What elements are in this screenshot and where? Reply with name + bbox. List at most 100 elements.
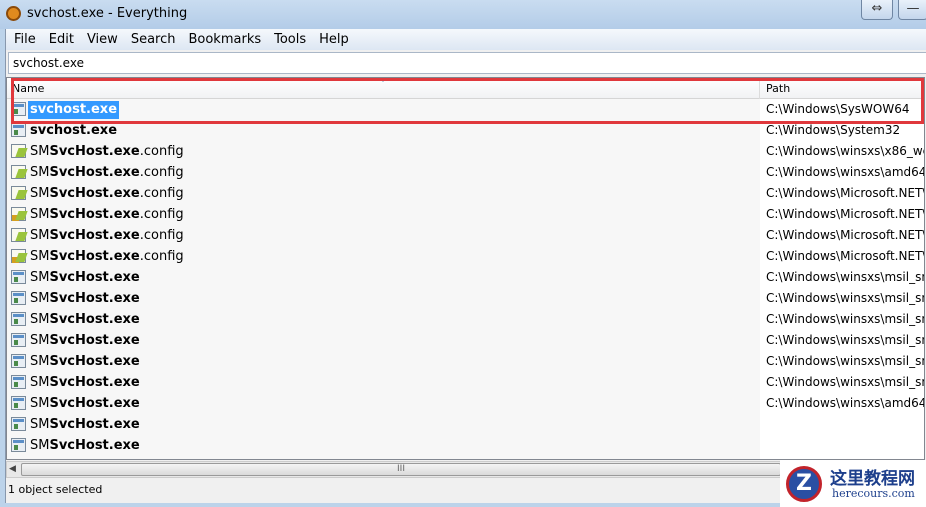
- results-list[interactable]: Name Path svchost.exe C:\Windows\SysWOW6…: [6, 77, 925, 460]
- main-window: File Edit View Search Bookmarks Tools He…: [5, 29, 926, 503]
- table-row[interactable]: SMSvcHost.exe.config C:\Windows\winsxs\x…: [7, 141, 924, 162]
- name-match: SvcHost.exe: [49, 165, 140, 180]
- file-path: C:\Windows\winsxs\msil_sm: [766, 375, 925, 389]
- file-path: C:\Windows\Microsoft.NET\: [766, 228, 925, 242]
- file-path: C:\Windows\winsxs\msil_sm: [766, 333, 925, 347]
- table-row[interactable]: SMSvcHost.exe C:\Windows\winsxs\msil_sm: [7, 288, 924, 309]
- scroll-left-arrow-icon[interactable]: ◀: [9, 464, 16, 474]
- config-file-icon: [11, 186, 26, 200]
- exe-file-icon: [11, 375, 26, 389]
- exe-file-icon: [11, 438, 26, 452]
- table-row[interactable]: SMSvcHost.exe C:\Windows\winsxs\msil_sm: [7, 309, 924, 330]
- name-match: SvcHost.exe: [49, 375, 140, 390]
- name-prefix: SM: [30, 249, 50, 264]
- file-name: SMSvcHost.exe.config: [28, 248, 186, 266]
- name-match: SvcHost.exe: [49, 354, 140, 369]
- table-row[interactable]: SMSvcHost.exe.config C:\Windows\Microsof…: [7, 204, 924, 225]
- list-header: Name Path: [7, 78, 924, 99]
- table-row[interactable]: SMSvcHost.exe: [7, 435, 924, 456]
- config-file-icon: [11, 228, 26, 242]
- file-path: C:\Windows\Microsoft.NET\: [766, 249, 925, 263]
- file-name: SMSvcHost.exe.config: [28, 206, 186, 224]
- table-row[interactable]: SMSvcHost.exe.config C:\Windows\Microsof…: [7, 183, 924, 204]
- file-name: svchost.exe: [28, 122, 119, 140]
- file-name: SMSvcHost.exe: [28, 332, 142, 350]
- file-name: SMSvcHost.exe: [28, 416, 142, 434]
- name-match: SvcHost.exe: [49, 438, 140, 453]
- table-row[interactable]: SMSvcHost.exe.config C:\Windows\winsxs\a…: [7, 162, 924, 183]
- file-path: C:\Windows\winsxs\msil_sm: [766, 270, 925, 284]
- name-prefix: SM: [30, 144, 50, 159]
- file-name: SMSvcHost.exe: [28, 395, 142, 413]
- file-path: C:\Windows\winsxs\msil_sm: [766, 312, 925, 326]
- table-row[interactable]: SMSvcHost.exe C:\Windows\winsxs\msil_sm: [7, 330, 924, 351]
- table-row[interactable]: SMSvcHost.exe C:\Windows\winsxs\msil_sm: [7, 372, 924, 393]
- menu-bookmarks[interactable]: Bookmarks: [182, 29, 268, 50]
- file-name: SMSvcHost.exe.config: [28, 185, 186, 203]
- file-path: C:\Windows\Microsoft.NET\: [766, 186, 925, 200]
- name-match: SvcHost.exe: [49, 270, 140, 285]
- name-suffix: .config: [139, 207, 184, 222]
- file-path: C:\Windows\winsxs\amd64_: [766, 165, 925, 179]
- column-header-path[interactable]: Path: [766, 82, 790, 95]
- table-row[interactable]: svchost.exe C:\Windows\System32: [7, 120, 924, 141]
- minimize-button[interactable]: —: [898, 0, 926, 20]
- column-divider[interactable]: [759, 78, 760, 99]
- file-path: C:\Windows\winsxs\msil_sm: [766, 354, 925, 368]
- menu-tools[interactable]: Tools: [268, 29, 313, 50]
- menu-edit[interactable]: Edit: [43, 29, 81, 50]
- file-path: C:\Windows\winsxs\amd64_: [766, 396, 925, 410]
- config-file-icon: [11, 207, 26, 221]
- file-name: SMSvcHost.exe.config: [28, 143, 186, 161]
- name-match: svchost.exe: [30, 102, 118, 117]
- exe-file-icon: [11, 396, 26, 410]
- name-match: SvcHost.exe: [49, 249, 140, 264]
- name-prefix: SM: [30, 417, 50, 432]
- menu-file[interactable]: File: [8, 29, 43, 50]
- table-row[interactable]: SMSvcHost.exe: [7, 414, 924, 435]
- menu-view[interactable]: View: [81, 29, 125, 50]
- file-path: C:\Windows\SysWOW64: [766, 102, 910, 116]
- file-path: C:\Windows\Microsoft.NET\: [766, 207, 925, 221]
- name-match: SvcHost.exe: [49, 333, 140, 348]
- file-name: SMSvcHost.exe.config: [28, 164, 186, 182]
- table-row[interactable]: SMSvcHost.exe.config C:\Windows\Microsof…: [7, 246, 924, 267]
- name-match: svchost.exe: [30, 123, 118, 138]
- exe-file-icon: [11, 102, 26, 116]
- config-file-icon: [11, 249, 26, 263]
- name-match: SvcHost.exe: [49, 144, 140, 159]
- menu-help[interactable]: Help: [313, 29, 356, 50]
- column-header-name[interactable]: Name: [12, 82, 44, 95]
- name-prefix: SM: [30, 207, 50, 222]
- name-match: SvcHost.exe: [49, 312, 140, 327]
- table-row[interactable]: SMSvcHost.exe C:\Windows\winsxs\amd64_: [7, 393, 924, 414]
- file-name: SMSvcHost.exe: [28, 290, 142, 308]
- config-file-icon: [11, 165, 26, 179]
- name-suffix: .config: [139, 144, 184, 159]
- name-prefix: SM: [30, 270, 50, 285]
- search-input[interactable]: svchost.exe: [8, 52, 926, 74]
- table-row[interactable]: SMSvcHost.exe C:\Windows\winsxs\msil_sm: [7, 267, 924, 288]
- name-match: SvcHost.exe: [49, 207, 140, 222]
- exe-file-icon: [11, 354, 26, 368]
- exe-file-icon: [11, 270, 26, 284]
- name-prefix: SM: [30, 333, 50, 348]
- table-row[interactable]: svchost.exe C:\Windows\SysWOW64: [7, 99, 924, 120]
- window-title: svchost.exe - Everything: [27, 6, 188, 21]
- name-prefix: SM: [30, 165, 50, 180]
- menu-search[interactable]: Search: [125, 29, 183, 50]
- name-prefix: SM: [30, 438, 50, 453]
- file-path: C:\Windows\winsxs\x86_wcf: [766, 144, 925, 158]
- name-match: SvcHost.exe: [49, 228, 140, 243]
- restore-button[interactable]: ⇔: [861, 0, 893, 20]
- table-row[interactable]: SMSvcHost.exe.config C:\Windows\Microsof…: [7, 225, 924, 246]
- watermark-logo: Z: [786, 466, 822, 502]
- watermark: Z 这里教程网 herecours.com: [780, 460, 926, 507]
- scrollbar-thumb[interactable]: III: [21, 463, 781, 476]
- exe-file-icon: [11, 291, 26, 305]
- table-row[interactable]: SMSvcHost.exe C:\Windows\winsxs\msil_sm: [7, 351, 924, 372]
- sort-indicator-icon: [379, 78, 387, 82]
- name-suffix: .config: [139, 186, 184, 201]
- exe-file-icon: [11, 333, 26, 347]
- name-prefix: SM: [30, 375, 50, 390]
